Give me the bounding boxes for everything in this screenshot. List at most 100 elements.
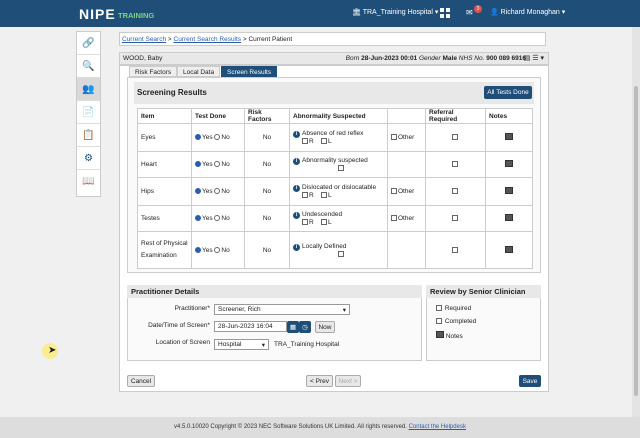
documents-icon[interactable]: 📄 <box>77 101 100 124</box>
test-done-cell: Yes No <box>191 177 245 206</box>
no-radio[interactable] <box>214 161 221 168</box>
yes-radio[interactable] <box>195 134 201 141</box>
search-icon[interactable]: 🔍 <box>77 55 100 78</box>
item-cell: Testes <box>137 205 192 232</box>
left-checkbox[interactable] <box>320 219 327 226</box>
breadcrumb-current-patient: Current Patient <box>248 36 293 43</box>
notes-icon[interactable] <box>505 214 513 221</box>
abnormality-cell: i Abnormality suspected <box>289 151 388 178</box>
tab-local-data[interactable]: Local Data <box>177 66 221 77</box>
link-icon[interactable]: 🔗 <box>77 32 100 55</box>
column-header: Referral Required <box>425 108 486 124</box>
datetime-input[interactable]: 28-Jun-2023 16:04 <box>214 321 287 332</box>
yes-radio[interactable] <box>195 215 201 222</box>
book-icon[interactable]: 📖 <box>77 170 100 193</box>
yes-radio[interactable] <box>195 161 201 168</box>
info-icon[interactable]: i <box>293 185 300 192</box>
other-checkbox[interactable] <box>391 134 397 141</box>
yes-radio[interactable] <box>195 188 201 195</box>
required-checkbox[interactable] <box>436 305 442 312</box>
next-button[interactable]: Next > <box>335 375 361 387</box>
right-checkbox[interactable] <box>302 138 308 145</box>
referral-cell <box>425 231 486 269</box>
clock-icon[interactable]: ◷ <box>299 321 311 333</box>
left-checkbox[interactable] <box>320 192 327 199</box>
required-label: Required <box>444 305 472 312</box>
test-done-cell: Yes No <box>191 151 245 178</box>
required-option[interactable]: Required <box>436 305 471 312</box>
notes-icon[interactable] <box>505 160 513 167</box>
right-checkbox[interactable] <box>302 192 308 199</box>
other-label: Other <box>398 134 415 141</box>
prev-button[interactable]: < Prev <box>306 375 333 387</box>
info-icon[interactable]: i <box>293 212 300 219</box>
referral-checkbox[interactable] <box>452 188 458 195</box>
menu-icon[interactable]: ▤ ☰ ▾ <box>524 54 544 62</box>
all-tests-done-button[interactable]: All Tests Done <box>484 86 532 99</box>
helpdesk-link[interactable]: Contact the Helpdesk <box>409 424 466 430</box>
cursor-icon: ➤ <box>48 345 57 356</box>
other-checkbox[interactable] <box>391 215 397 222</box>
other-cell: Other <box>387 205 426 232</box>
breadcrumb-current-search[interactable]: Current Search <box>122 36 166 43</box>
item-cell: Heart <box>137 151 192 178</box>
referral-checkbox[interactable] <box>452 246 458 253</box>
tab-screen-results[interactable]: Screen Results <box>221 66 278 77</box>
no-radio[interactable] <box>214 215 221 222</box>
calendar-icon[interactable]: ▦ <box>287 321 299 333</box>
now-button[interactable]: Now <box>315 321 335 333</box>
cancel-button[interactable]: Cancel <box>127 375 155 387</box>
info-icon[interactable]: i <box>293 158 300 165</box>
abnormality-checkbox[interactable] <box>338 165 344 172</box>
save-button[interactable]: Save <box>519 375 541 387</box>
user-name: Richard Monaghan <box>500 9 560 16</box>
abnormality-cell: i Dislocated or dislocatable R L <box>289 177 388 206</box>
table-row: Testes Yes No No i Undescended R L Other <box>137 205 533 232</box>
scrollbar-thumb[interactable] <box>634 86 638 396</box>
born-label: Born <box>345 55 360 62</box>
no-radio[interactable] <box>214 188 221 195</box>
notes-icon[interactable] <box>436 331 444 338</box>
abnormality-label: Abnormality suspected <box>302 157 368 164</box>
other-checkbox[interactable] <box>391 188 397 195</box>
item-cell: Hips <box>137 177 192 206</box>
user-menu[interactable]: 👤 Richard Monaghan ▾ <box>490 8 565 16</box>
tab-risk-factors[interactable]: Risk Factors <box>129 66 178 77</box>
abnormality-label: Dislocated or dislocatable <box>302 184 377 191</box>
no-radio[interactable] <box>214 246 221 253</box>
patient-icon[interactable]: 👥 <box>77 78 100 101</box>
abnormality-label: Locally Defined <box>302 242 347 250</box>
referral-checkbox[interactable] <box>452 215 458 222</box>
info-icon[interactable]: i <box>293 243 300 251</box>
chevron-down-icon: ▾ <box>261 342 265 349</box>
notes-icon[interactable] <box>505 187 513 194</box>
yes-radio[interactable] <box>195 246 201 253</box>
apps-grid-icon[interactable] <box>440 8 450 18</box>
notes-icon[interactable] <box>505 245 513 253</box>
completed-checkbox[interactable] <box>436 318 442 325</box>
breadcrumb: Current Search > Current Search Results … <box>119 32 546 46</box>
patient-name: WOOD, Baby <box>123 55 163 62</box>
screening-title: Screening Results <box>137 88 207 97</box>
referral-checkbox[interactable] <box>452 161 458 168</box>
other-label: Other <box>398 188 415 195</box>
breadcrumb-search-results[interactable]: Current Search Results <box>174 36 242 43</box>
review-notes[interactable]: Notes <box>436 331 463 340</box>
notes-icon[interactable] <box>505 133 513 140</box>
no-radio[interactable] <box>214 134 221 141</box>
mail-icon[interactable]: ✉ <box>466 8 473 17</box>
l-label: L <box>327 192 332 199</box>
copy-icon[interactable]: 📋 <box>77 124 100 147</box>
practitioner-select[interactable]: Screener, Rich ▾ <box>214 304 350 315</box>
location-select[interactable]: Hospital ▾ <box>214 339 269 350</box>
info-icon[interactable]: i <box>293 131 300 138</box>
left-checkbox[interactable] <box>320 138 327 145</box>
referral-checkbox[interactable] <box>452 134 458 141</box>
abnormality-checkbox[interactable] <box>338 250 344 257</box>
table-header-row: Item Test Done Risk Factors Abnormality … <box>137 108 533 124</box>
site-selector[interactable]: 🏛 TRA_Training Hospital ▾ <box>352 8 438 16</box>
gear-icon[interactable]: ⚙ <box>77 147 100 170</box>
yes-label: Yes <box>202 246 213 254</box>
completed-option[interactable]: Completed <box>436 318 476 325</box>
right-checkbox[interactable] <box>302 219 308 226</box>
